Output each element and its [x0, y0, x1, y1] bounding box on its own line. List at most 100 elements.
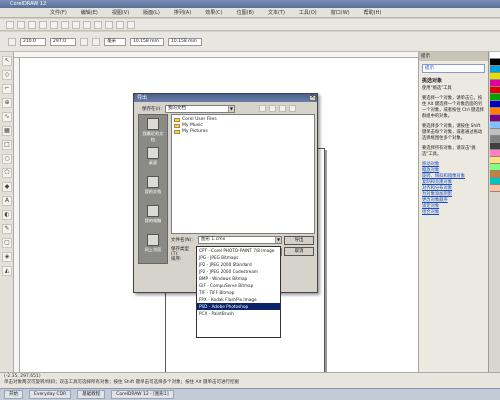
save-icon[interactable] — [28, 20, 36, 29]
pick-tool-icon[interactable]: ↖ — [2, 56, 12, 66]
look-in-combo[interactable]: 我的文档 ▼ — [164, 105, 235, 113]
nudge-field-2[interactable]: 10.158 mm — [168, 37, 202, 46]
docker-link[interactable]: 组合对象 — [422, 210, 485, 216]
color-swatch[interactable] — [490, 73, 500, 80]
color-swatch[interactable] — [490, 101, 500, 108]
open-icon[interactable] — [17, 20, 25, 29]
filetype-option[interactable]: GIF - CompuServe Bitmap — [197, 282, 280, 289]
color-swatch[interactable] — [490, 185, 500, 192]
color-swatch[interactable] — [490, 143, 500, 150]
eyedropper-tool-icon[interactable]: ✎ — [2, 224, 12, 234]
place-recent[interactable]: 我最近的文档 — [141, 118, 165, 144]
menu-help[interactable]: 帮助(H) — [364, 9, 382, 16]
print-icon[interactable] — [39, 20, 47, 29]
filetype-option[interactable]: PSD - Adobe Photoshop — [197, 303, 280, 310]
menu-arrange[interactable]: 排列(A) — [174, 9, 191, 16]
import-icon[interactable] — [105, 20, 113, 29]
units-field[interactable]: 毫米 — [104, 37, 126, 46]
undo-icon[interactable] — [83, 20, 91, 29]
color-swatch[interactable] — [490, 171, 500, 178]
page-size-icon[interactable] — [8, 37, 16, 46]
color-swatch[interactable] — [490, 66, 500, 73]
new-folder-icon[interactable] — [279, 105, 286, 112]
text-tool-icon[interactable]: A — [2, 196, 12, 206]
polygon-tool-icon[interactable]: ⬠ — [2, 168, 12, 178]
filename-field[interactable]: 图形 1.cmx ▼ — [198, 236, 282, 244]
filetype-option[interactable]: BMP - Windows Bitmap — [197, 275, 280, 282]
smart-fill-tool-icon[interactable]: ▦ — [2, 126, 12, 136]
color-swatch[interactable] — [490, 59, 500, 66]
nudge-field-1[interactable]: 10.158 mm — [130, 37, 164, 46]
place-desktop[interactable]: 桌面 — [141, 147, 165, 173]
menu-window[interactable]: 窗口(W) — [331, 9, 350, 16]
interactive-fill-tool-icon[interactable]: ◭ — [2, 266, 12, 276]
filetype-option[interactable]: JPG - JPEG Bitmaps — [197, 254, 280, 261]
freehand-tool-icon[interactable]: ∿ — [2, 112, 12, 122]
menu-text[interactable]: 文本(T) — [268, 9, 285, 16]
place-network[interactable]: 网上邻居 — [141, 234, 165, 260]
back-icon[interactable] — [259, 105, 266, 112]
view-menu-icon[interactable] — [289, 105, 296, 112]
menu-effects[interactable]: 效果(C) — [205, 9, 222, 16]
redo-icon[interactable] — [94, 20, 102, 29]
color-swatch[interactable] — [490, 178, 500, 185]
filetype-option[interactable]: PCX - PaintBrush — [197, 310, 280, 317]
outline-tool-icon[interactable]: ▢ — [2, 238, 12, 248]
list-item[interactable]: My Pictures — [174, 129, 312, 135]
color-swatch[interactable] — [490, 122, 500, 129]
interactive-blend-tool-icon[interactable]: ◐ — [2, 210, 12, 220]
taskbar-item[interactable]: 基础教程 — [77, 390, 106, 399]
place-my-documents[interactable]: 我的文档 — [141, 176, 165, 202]
color-swatch[interactable] — [490, 136, 500, 143]
filetype-option[interactable]: JP2 - JPEG 2000 Codestream — [197, 268, 280, 275]
file-list[interactable]: Corel User Files My Music My Pictures — [171, 114, 315, 234]
taskbar-item[interactable]: Everyday CDR — [29, 390, 72, 399]
copy-icon[interactable] — [61, 20, 69, 29]
docker-search-field[interactable]: 提示 — [422, 64, 485, 73]
filetype-option[interactable]: CPT - Corel PHOTO-PAINT 7/8 Image — [197, 247, 280, 254]
fill-tool-icon[interactable]: ◈ — [2, 252, 12, 262]
color-swatch[interactable] — [490, 52, 500, 59]
up-folder-icon[interactable] — [269, 105, 276, 112]
color-swatch[interactable] — [490, 108, 500, 115]
close-icon[interactable]: × — [309, 95, 316, 101]
filetype-option[interactable]: JP2 - JPEG 2000 Standard — [197, 261, 280, 268]
page-width-field[interactable]: 210.0 — [20, 37, 46, 46]
cut-icon[interactable] — [50, 20, 58, 29]
cancel-button[interactable]: 取消 — [284, 247, 314, 256]
color-swatch[interactable] — [490, 150, 500, 157]
new-icon[interactable] — [6, 20, 14, 29]
zoom-icon[interactable] — [127, 20, 135, 29]
export-icon[interactable] — [116, 20, 124, 29]
menu-view[interactable]: 视图(V) — [112, 9, 129, 16]
taskbar-item[interactable]: CorelDRAW 12 - [图形1] — [111, 390, 174, 399]
rectangle-tool-icon[interactable]: □ — [2, 140, 12, 150]
menu-file[interactable]: 文件(F) — [50, 9, 67, 16]
start-button[interactable]: 开始 — [4, 390, 23, 399]
menu-tools[interactable]: 工具(O) — [299, 9, 317, 16]
crop-tool-icon[interactable]: ⌐ — [2, 84, 12, 94]
portrait-icon[interactable] — [80, 37, 88, 46]
basic-shapes-tool-icon[interactable]: ◆ — [2, 182, 12, 192]
paste-icon[interactable] — [72, 20, 80, 29]
color-swatch[interactable] — [490, 80, 500, 87]
chevron-down-icon[interactable]: ▼ — [275, 237, 281, 243]
ellipse-tool-icon[interactable]: ○ — [2, 154, 12, 164]
shape-tool-icon[interactable]: ◇ — [2, 70, 12, 80]
color-swatch[interactable] — [490, 87, 500, 94]
place-my-computer[interactable]: 我的电脑 — [141, 205, 165, 231]
page-height-field[interactable]: 297.0 — [50, 37, 76, 46]
chevron-down-icon[interactable]: ▼ — [227, 106, 234, 112]
export-button[interactable]: 导出 — [284, 236, 314, 245]
color-swatch[interactable] — [490, 129, 500, 136]
color-swatch[interactable] — [490, 115, 500, 122]
color-swatch[interactable] — [490, 164, 500, 171]
menu-bitmaps[interactable]: 位图(B) — [237, 9, 254, 16]
color-swatch[interactable] — [490, 157, 500, 164]
menu-edit[interactable]: 编辑(E) — [81, 9, 98, 16]
filetype-option[interactable]: FPX - Kodak FlashPix Image — [197, 296, 280, 303]
menu-layout[interactable]: 版面(L) — [143, 9, 160, 16]
filetype-option[interactable]: TIF - TIFF Bitmap — [197, 289, 280, 296]
color-swatch[interactable] — [490, 94, 500, 101]
zoom-tool-icon[interactable]: ⊕ — [2, 98, 12, 108]
